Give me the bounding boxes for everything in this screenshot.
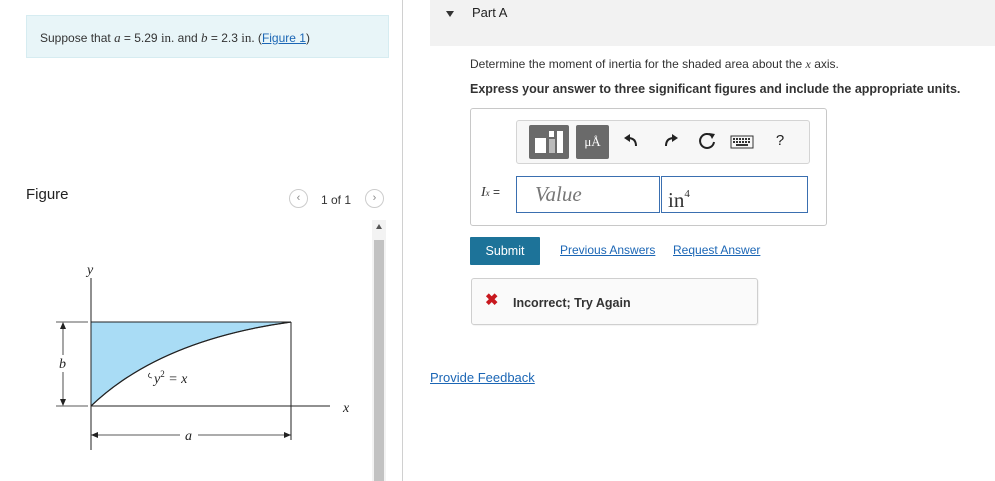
y-axis-label: y [85,263,94,278]
a-unit: in. [160,30,175,45]
part-title: Part A [472,5,508,20]
a-value: = 5.29 [120,31,161,45]
question-text: Determine the moment of inertia for the … [470,57,839,72]
close-paren: ) [305,31,310,45]
reset-icon [699,133,715,149]
lhs-equals: = [489,185,501,199]
question-pre: Determine the moment of inertia for the … [470,57,806,71]
request-answer-link[interactable]: Request Answer [673,243,760,257]
b-value: = 2.3 [207,31,242,45]
collapse-caret-icon[interactable] [446,11,454,17]
figure-diagram: y x b a y2 = x [56,263,350,450]
unit-input[interactable]: in4 [661,176,808,213]
keyboard-button[interactable] [730,134,754,150]
shaded-area [90,321,292,408]
chevron-left-icon: ‹ [296,192,301,204]
b-unit: in. [241,30,255,45]
scroll-up-arrow-icon[interactable] [376,224,382,229]
units-button[interactable]: μÅ [576,125,609,159]
value-placeholder: Value [535,182,582,206]
redo-icon [665,134,678,147]
templates-button[interactable] [529,125,569,159]
incorrect-x-icon: ✖ [485,292,499,309]
unit-exponent: 4 [684,188,690,200]
figure-link[interactable]: Figure 1 [262,31,306,45]
undo-button[interactable] [620,130,642,152]
open-paren: ( [254,31,262,45]
problem-statement: Suppose that a = 5.29 in. and b = 2.3 in… [40,30,310,46]
reset-button[interactable] [697,131,717,151]
x-axis-label: x [342,401,350,416]
units-label: μÅ [576,125,609,159]
templates-icon [529,125,569,159]
help-button[interactable]: ? [772,130,788,152]
problem-intro: Suppose that [40,31,115,45]
figure-title: Figure [26,186,69,203]
undo-icon [624,134,637,147]
unit-base: in [668,188,685,212]
instruction-text: Express your answer to three significant… [470,82,961,96]
figure-page-label: 1 of 1 [321,193,352,207]
problem-statement-box: Suppose that a = 5.29 in. and b = 2.3 in… [26,15,389,58]
value-input[interactable]: Value [516,176,660,213]
answer-lhs-label: Ix = [481,185,500,201]
part-a-header[interactable] [430,0,995,46]
feedback-text: Incorrect; Try Again [513,296,631,310]
and-text: and [174,31,202,45]
help-label: ? [775,132,785,149]
chevron-right-icon: › [372,192,377,204]
keyboard-icon [730,135,754,149]
provide-feedback-link[interactable]: Provide Feedback [430,370,535,385]
previous-answers-link[interactable]: Previous Answers [560,243,655,257]
panel-divider [402,0,403,481]
curve-equation-label: y2 = x [152,369,188,387]
submit-button[interactable]: Submit [470,237,540,265]
next-figure-button[interactable]: › [365,189,384,208]
figure-scrollbar-thumb[interactable] [374,240,384,481]
question-post: axis. [810,57,839,71]
prev-figure-button[interactable]: ‹ [289,189,308,208]
b-dimension-label: b [59,357,66,372]
a-dimension-label: a [185,429,192,444]
redo-button[interactable] [660,130,682,152]
